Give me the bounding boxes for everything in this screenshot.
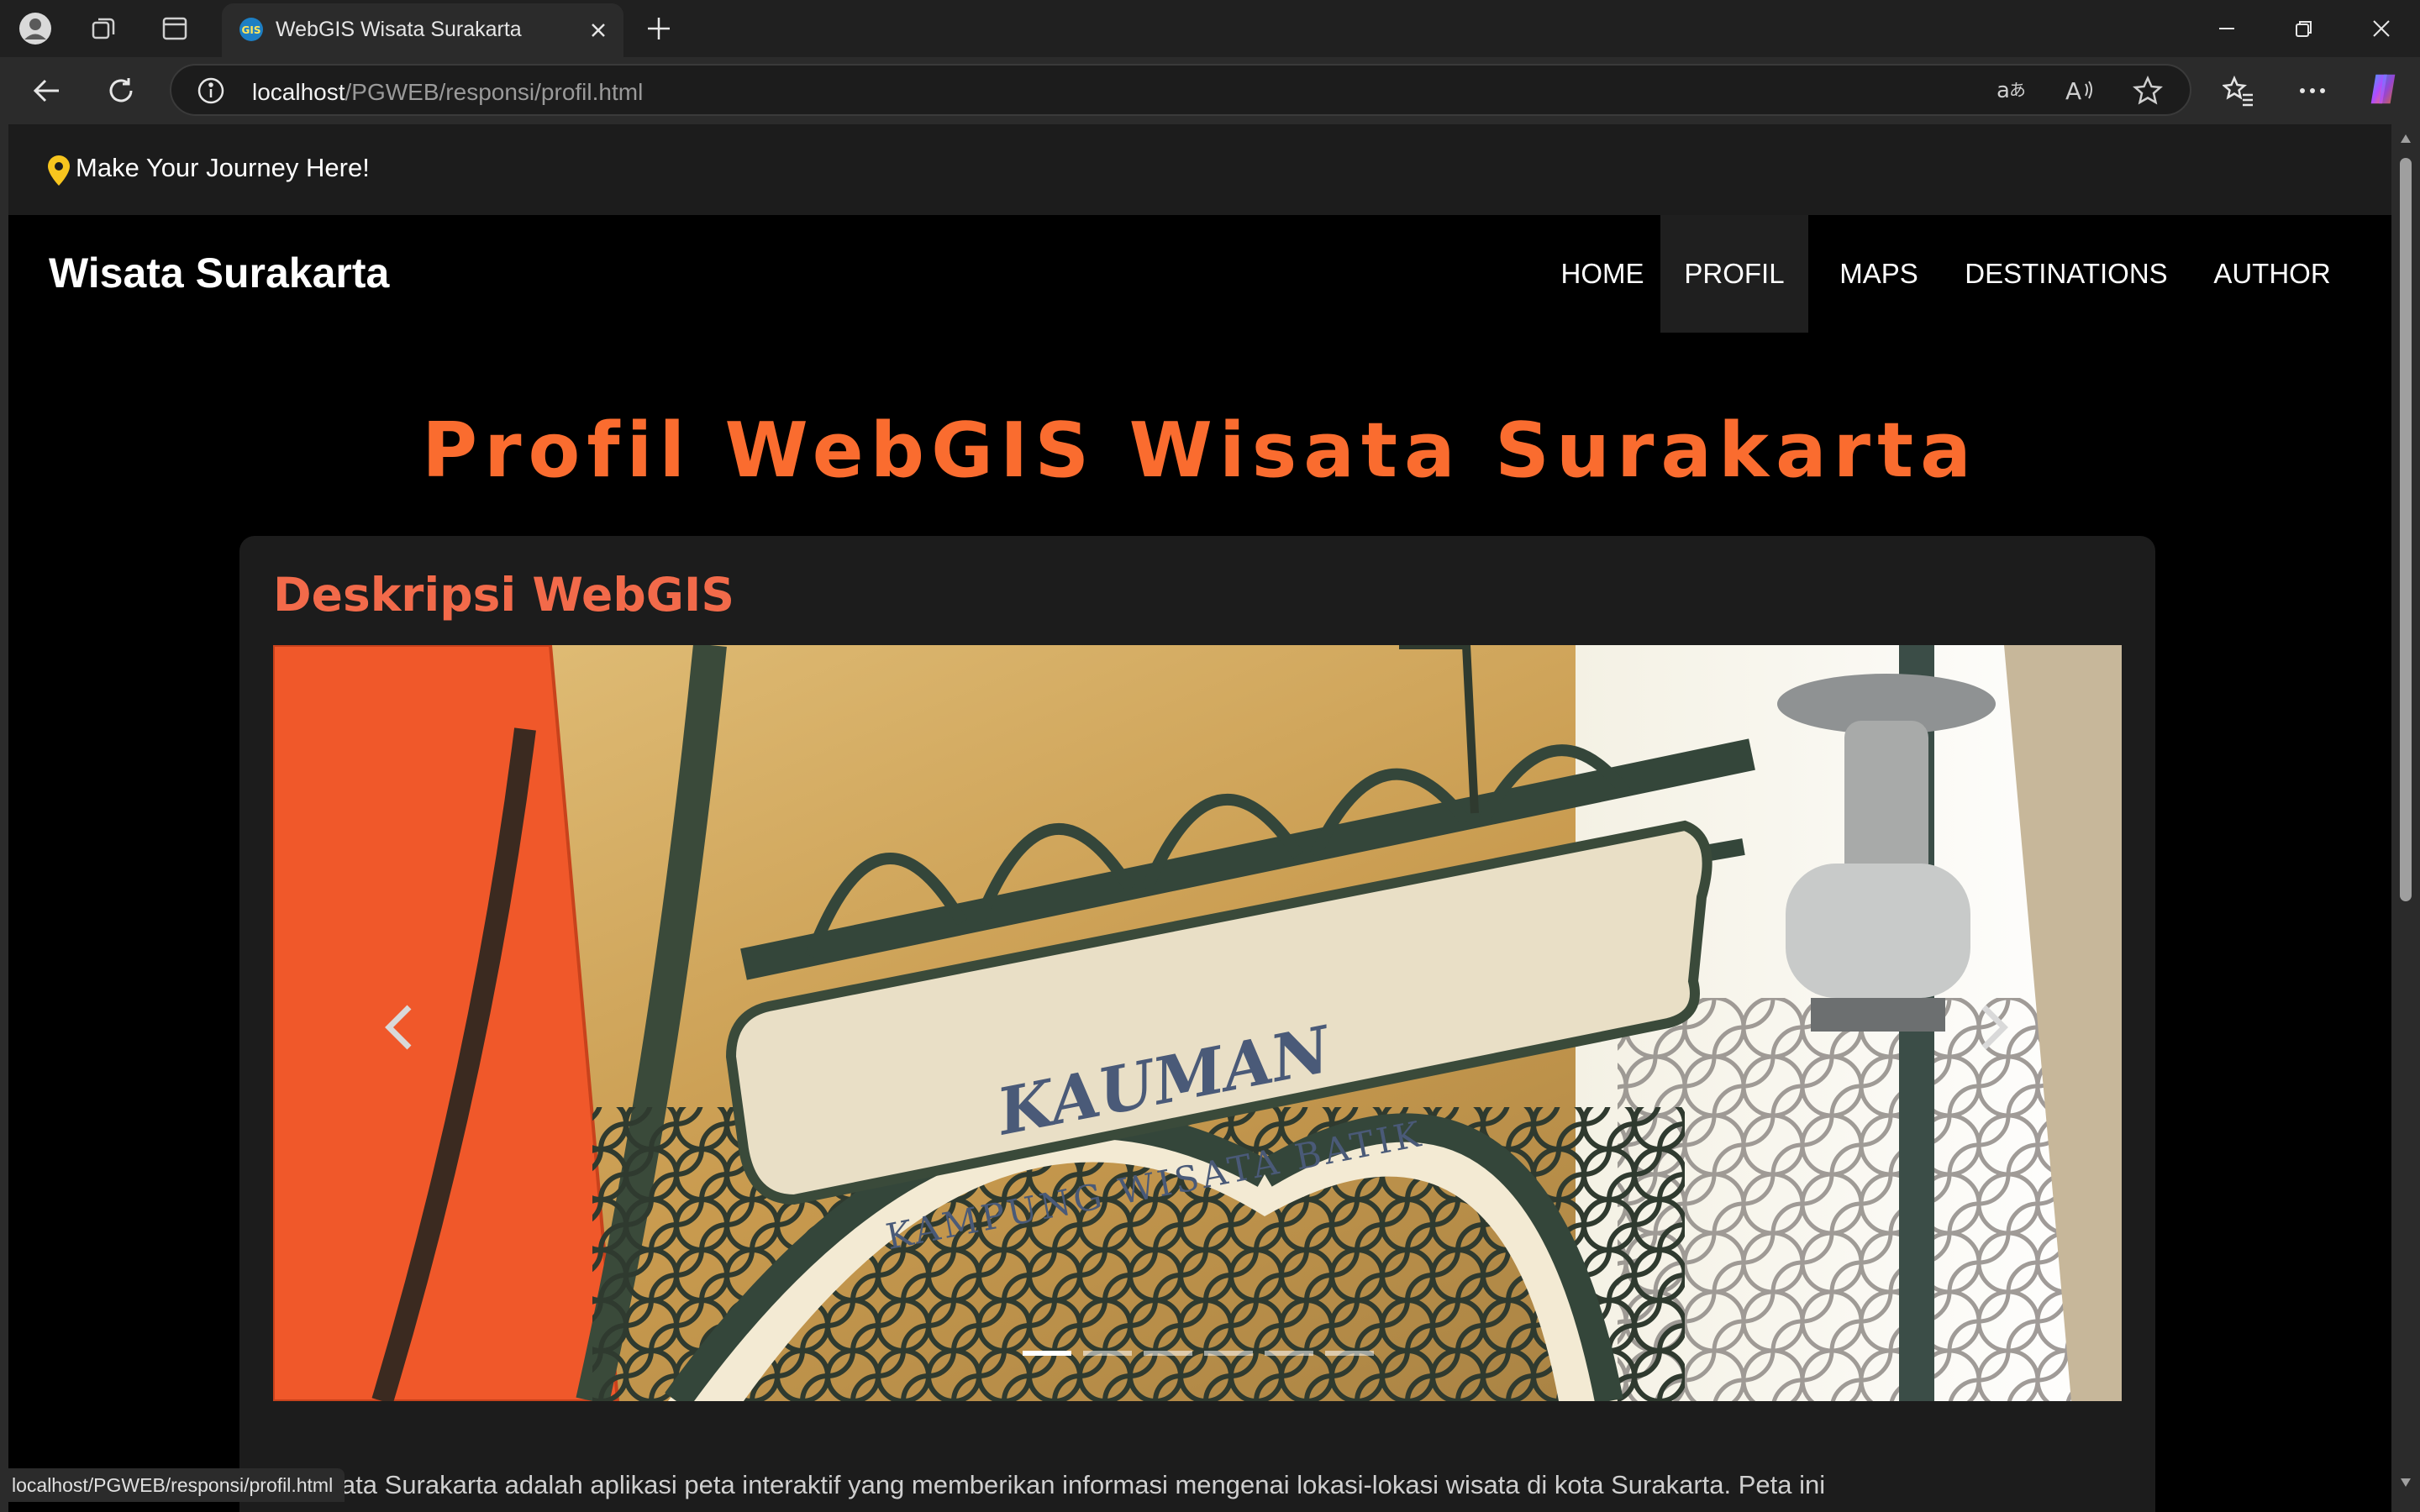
- status-bar-url: localhost/PGWEB/responsi/profil.html: [0, 1468, 345, 1502]
- carousel-indicator[interactable]: [1265, 1351, 1313, 1356]
- address-bar[interactable]: localhost/PGWEB/responsi/profil.html aあ …: [170, 64, 2191, 116]
- new-tab-icon[interactable]: [642, 12, 676, 45]
- profile-icon[interactable]: [18, 12, 52, 45]
- favorites-icon[interactable]: [2220, 72, 2257, 109]
- browser-toolbar: localhost/PGWEB/responsi/profil.html aあ …: [0, 57, 2420, 124]
- carousel-slide-image: KAUMAN KAMPUNG WISATA BATIK: [273, 645, 2122, 1401]
- url-text: localhost/PGWEB/responsi/profil.html: [252, 79, 643, 106]
- description-card: Deskripsi WebGIS KAUMAN KAMPUNG WISATA B…: [239, 536, 2155, 1512]
- browser-tab[interactable]: GIS WebGIS Wisata Surakarta: [222, 3, 623, 57]
- svg-text:a: a: [1996, 78, 2010, 103]
- top-info-strip: Make Your Journey Here!: [8, 124, 2391, 215]
- nav-destinations[interactable]: DESTINATIONS: [1949, 215, 2183, 333]
- carousel-prev-icon[interactable]: [382, 1002, 416, 1057]
- map-pin-icon: [47, 155, 71, 191]
- carousel-next-icon[interactable]: [1977, 1002, 2011, 1057]
- carousel-indicator[interactable]: [1325, 1351, 1374, 1356]
- workspaces-icon[interactable]: [87, 12, 121, 45]
- nav-maps[interactable]: MAPS: [1828, 215, 1929, 333]
- image-carousel[interactable]: KAUMAN KAMPUNG WISATA BATIK: [273, 645, 2122, 1401]
- carousel-indicator[interactable]: [1144, 1351, 1192, 1356]
- minimize-icon[interactable]: [2210, 15, 2244, 42]
- close-window-icon[interactable]: [2365, 15, 2398, 42]
- scroll-up-icon[interactable]: [2400, 133, 2412, 148]
- description-text: S Wisata Surakarta adalah aplikasi peta …: [273, 1470, 1826, 1499]
- read-aloud-icon[interactable]: A: [2064, 76, 2096, 110]
- carousel-indicator[interactable]: [1204, 1351, 1253, 1356]
- translate-icon[interactable]: aあ: [1995, 76, 2027, 110]
- svg-text:A: A: [2065, 77, 2081, 105]
- copilot-icon[interactable]: [2365, 71, 2402, 108]
- tab-title: WebGIS Wisata Surakarta: [276, 18, 522, 41]
- page-viewport: Make Your Journey Here! Wisata Surakarta…: [0, 124, 2391, 1512]
- close-tab-icon[interactable]: [587, 18, 610, 46]
- tab-actions-icon[interactable]: [158, 12, 192, 45]
- page-scrollbar[interactable]: [2391, 124, 2420, 1512]
- url-host: localhost: [252, 79, 345, 105]
- section-title: Deskripsi WebGIS: [273, 568, 734, 622]
- tagline-text: Make Your Journey Here!: [76, 153, 370, 182]
- nav-profil[interactable]: PROFIL: [1660, 215, 1808, 333]
- carousel-indicators: [1023, 1351, 1374, 1356]
- restore-icon[interactable]: [2287, 15, 2321, 42]
- refresh-icon[interactable]: [103, 72, 139, 109]
- scroll-down-icon[interactable]: [2400, 1477, 2412, 1492]
- favorite-star-icon[interactable]: [2132, 75, 2164, 110]
- nav-home[interactable]: HOME: [1549, 215, 1655, 333]
- carousel-indicator[interactable]: [1083, 1351, 1132, 1356]
- scrollbar-thumb[interactable]: [2400, 158, 2412, 901]
- carousel-indicator[interactable]: [1023, 1351, 1071, 1356]
- back-icon[interactable]: [29, 72, 66, 109]
- svg-text:あ: あ: [2009, 80, 2026, 100]
- favicon-icon: GIS: [239, 17, 264, 46]
- nav-author[interactable]: AUTHOR: [2202, 215, 2343, 333]
- url-path: /PGWEB/responsi/profil.html: [345, 79, 644, 105]
- site-info-icon[interactable]: [197, 76, 225, 109]
- page-title: Profil WebGIS Wisata Surakarta: [422, 407, 1978, 495]
- browser-tab-bar: GIS WebGIS Wisata Surakarta: [0, 0, 2420, 57]
- more-options-icon[interactable]: [2294, 72, 2331, 109]
- site-navbar: Wisata Surakarta HOME PROFIL MAPS DESTIN…: [8, 215, 2391, 333]
- svg-text:GIS: GIS: [242, 24, 261, 36]
- site-brand[interactable]: Wisata Surakarta: [49, 249, 389, 297]
